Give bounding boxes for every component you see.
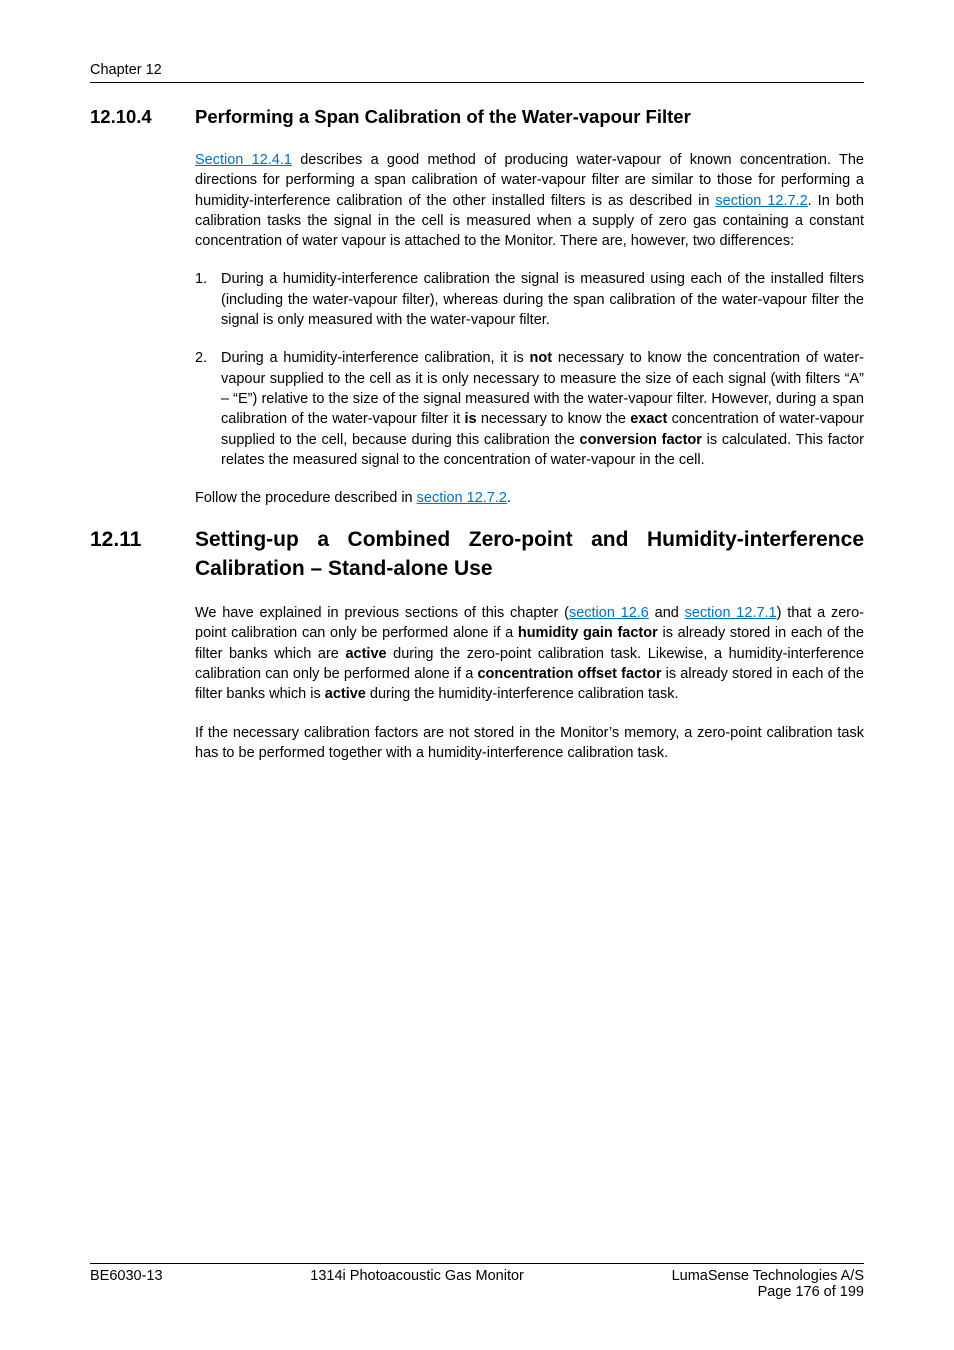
link-section-12-7-2[interactable]: section 12.7.2: [417, 490, 507, 506]
bold-text: not: [530, 350, 553, 366]
footer-company: LumaSense Technologies A/S: [672, 1268, 864, 1284]
paragraph: Follow the procedure described in sectio…: [195, 488, 864, 508]
link-section-12-4-1[interactable]: Section 12.4.1: [195, 152, 292, 168]
link-section-12-6[interactable]: section 12.6: [569, 605, 649, 621]
paragraph: Section 12.4.1 describes a good method o…: [195, 150, 864, 251]
page-footer: BE6030-13 1314i Photoacoustic Gas Monito…: [90, 1263, 864, 1300]
list-number: 2.: [195, 348, 221, 470]
text: .: [507, 490, 511, 506]
bold-text: concentration offset factor: [477, 666, 661, 682]
header-rule: [90, 82, 864, 83]
section-number: 12.10.4: [90, 105, 195, 130]
paragraph: If the necessary calibration factors are…: [195, 723, 864, 764]
section-number: 12.11: [90, 526, 195, 554]
chapter-header: Chapter 12: [90, 62, 864, 78]
footer-rule: [90, 1263, 864, 1264]
bold-text: conversion factor: [580, 432, 702, 448]
paragraph: We have explained in previous sections o…: [195, 603, 864, 704]
link-section-12-7-2[interactable]: section 12.7.2: [715, 193, 807, 209]
section-title: Performing a Span Calibration of the Wat…: [195, 105, 864, 130]
bold-text: active: [325, 686, 366, 702]
footer-doc-title: 1314i Photoacoustic Gas Monitor: [310, 1268, 524, 1284]
list-item-1: 1. During a humidity-interference calibr…: [195, 269, 864, 330]
text: and: [649, 605, 685, 621]
text: during the humidity-interference calibra…: [366, 686, 679, 702]
list-text: During a humidity-interference calibrati…: [221, 348, 864, 470]
bold-text: active: [345, 646, 386, 662]
bold-text: exact: [630, 411, 667, 427]
section-title: Setting-up a Combined Zero-point and Hum…: [195, 526, 864, 583]
list-text: During a humidity-interference calibrati…: [221, 269, 864, 330]
text: Follow the procedure described in: [195, 490, 417, 506]
section-heading-12-11: 12.11 Setting-up a Combined Zero-point a…: [90, 526, 864, 583]
footer-doc-id: BE6030-13: [90, 1268, 163, 1284]
text: During a humidity-interference calibrati…: [221, 350, 530, 366]
text: necessary to know the: [477, 411, 631, 427]
list-item-2: 2. During a humidity-interference calibr…: [195, 348, 864, 470]
section-heading-12-10-4: 12.10.4 Performing a Span Calibration of…: [90, 105, 864, 130]
bold-text: is: [464, 411, 476, 427]
footer-page-number: Page 176 of 199: [90, 1284, 864, 1300]
link-section-12-7-1[interactable]: section 12.7.1: [685, 605, 777, 621]
text: We have explained in previous sections o…: [195, 605, 569, 621]
bold-text: humidity gain factor: [518, 625, 658, 641]
list-number: 1.: [195, 269, 221, 330]
